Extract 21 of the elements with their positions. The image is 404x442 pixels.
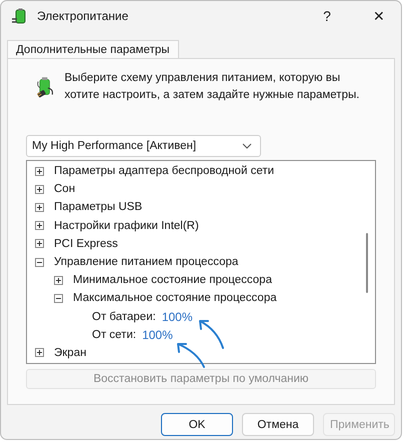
tree-item[interactable]: Сон [54, 183, 76, 196]
dialog-button[interactable]: OK [161, 413, 233, 436]
tree-item[interactable]: Экран [54, 346, 86, 359]
tree-item[interactable]: Параметры адаптера беспроводной сети [54, 165, 274, 178]
tree-item[interactable]: Параметры USB [54, 201, 142, 214]
tree-item[interactable]: Управление питанием процессора [54, 256, 238, 268]
tree-item[interactable]: Минимальное состояние процессора [73, 274, 272, 286]
tab[interactable]: Дополнительные параметры [7, 40, 178, 59]
dialog-button[interactable]: Отмена [242, 413, 314, 436]
tree-item[interactable]: От батареи: [92, 310, 156, 323]
tree-item[interactable]: Максимальное состояние процессора [73, 292, 277, 304]
plan-dropdown[interactable]: My High Performance [Активен] [26, 135, 261, 157]
setting-value-link[interactable]: 100% [142, 328, 173, 342]
help-button[interactable]: ? [305, 1, 349, 31]
tree-item[interactable]: От сети: [92, 328, 136, 341]
tree-item[interactable]: Настройки графики Intel(R) [54, 220, 199, 232]
tree-item[interactable]: PCI Express [54, 238, 118, 250]
close-button[interactable]: ✕ [357, 1, 401, 31]
setting-value-link[interactable]: 100% [162, 310, 193, 324]
window-title: Электропитание [37, 9, 130, 23]
description-text: Выберите схему управления питанием, которую вы хотите настроить, а затем задайте нужные параметры. [64, 71, 360, 103]
